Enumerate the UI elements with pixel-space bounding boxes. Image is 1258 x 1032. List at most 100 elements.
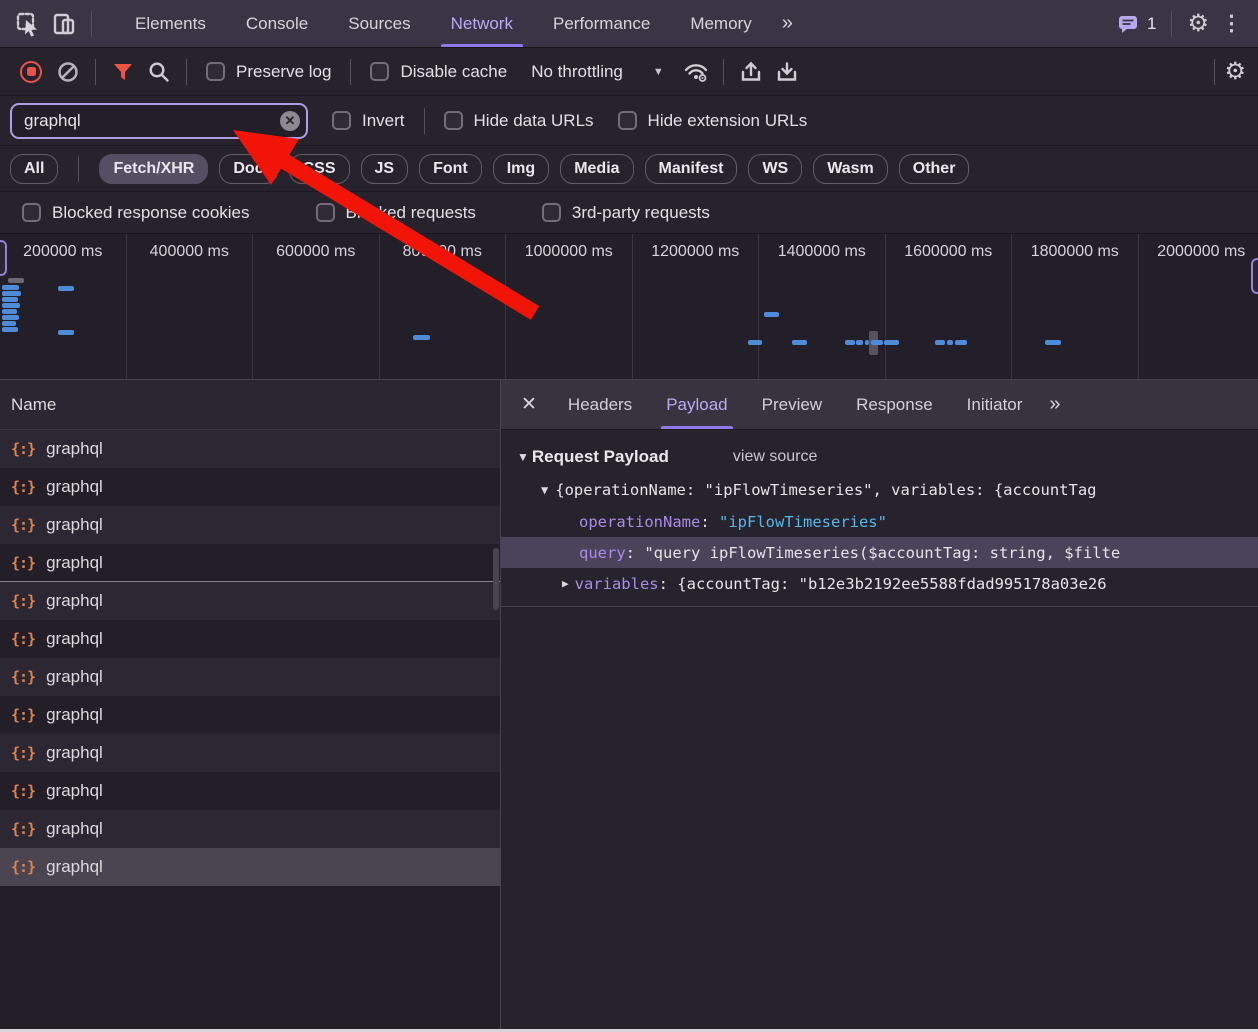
name-column-header[interactable]: Name bbox=[0, 380, 500, 430]
payload-key: query bbox=[579, 544, 626, 562]
clear-filter-icon[interactable]: ✕ bbox=[280, 111, 300, 131]
third-party-requests-checkbox[interactable] bbox=[542, 203, 561, 222]
blocked-requests-checkbox[interactable] bbox=[316, 203, 335, 222]
view-source-link[interactable]: view source bbox=[733, 448, 817, 466]
request-row[interactable]: {:}graphql bbox=[0, 582, 500, 620]
filter-input[interactable] bbox=[10, 103, 308, 139]
throttling-dropdown[interactable]: No throttling ▼ bbox=[531, 62, 664, 82]
kebab-menu-icon[interactable]: ⋮ bbox=[1215, 11, 1248, 36]
chip-css[interactable]: CSS bbox=[289, 154, 350, 184]
export-har-icon[interactable] bbox=[769, 54, 805, 90]
request-payload-section[interactable]: ▼ Request Payload view source bbox=[501, 440, 1258, 474]
request-row[interactable]: {:}graphql bbox=[0, 810, 500, 848]
overview-tick-label: 1400000 ms bbox=[778, 243, 866, 260]
record-network-log-button[interactable] bbox=[20, 61, 42, 83]
list-scrollbar-thumb[interactable] bbox=[493, 548, 499, 610]
chip-other[interactable]: Other bbox=[899, 154, 970, 184]
search-icon[interactable] bbox=[141, 54, 177, 90]
detail-tab-headers[interactable]: Headers bbox=[551, 380, 649, 429]
disable-cache-checkbox[interactable] bbox=[370, 62, 389, 81]
hide-data-urls-toggle[interactable]: Hide data URLs bbox=[444, 111, 594, 131]
hide-extension-urls-toggle[interactable]: Hide extension URLs bbox=[618, 111, 808, 131]
preserve-log-label: Preserve log bbox=[236, 62, 331, 82]
filter-input-box: ✕ bbox=[10, 103, 308, 139]
tab-elements[interactable]: Elements bbox=[115, 0, 226, 47]
tab-performance[interactable]: Performance bbox=[533, 0, 670, 47]
chip-img[interactable]: Img bbox=[493, 154, 549, 184]
chip-all[interactable]: All bbox=[10, 154, 58, 184]
blocked-response-cookies-checkbox[interactable] bbox=[22, 203, 41, 222]
network-conditions-icon[interactable] bbox=[678, 54, 714, 90]
waterfall-bar bbox=[955, 340, 967, 345]
preserve-log-checkbox[interactable] bbox=[206, 62, 225, 81]
request-row[interactable]: {:}graphql bbox=[0, 848, 500, 886]
divider bbox=[424, 108, 425, 134]
waterfall-bar bbox=[413, 335, 430, 340]
divider bbox=[95, 59, 96, 85]
request-row[interactable]: {:}graphql bbox=[0, 658, 500, 696]
request-row[interactable]: {:}graphql bbox=[0, 468, 500, 506]
request-row[interactable]: {:}graphql bbox=[0, 506, 500, 544]
chip-manifest[interactable]: Manifest bbox=[645, 154, 738, 184]
waterfall-bar bbox=[58, 330, 74, 335]
network-settings-gear-icon[interactable]: ⚙ bbox=[1224, 60, 1246, 84]
chip-js[interactable]: JS bbox=[361, 154, 409, 184]
overview-tick-label: 800000 ms bbox=[403, 243, 482, 260]
close-icon[interactable]: ✕ bbox=[521, 393, 537, 416]
chip-fetch-xhr[interactable]: Fetch/XHR bbox=[99, 154, 208, 184]
tab-network[interactable]: Network bbox=[431, 0, 533, 47]
chip-media[interactable]: Media bbox=[560, 154, 633, 184]
divider bbox=[1171, 11, 1172, 37]
more-detail-tabs-icon[interactable]: » bbox=[1039, 393, 1068, 416]
fetch-xhr-icon: {:} bbox=[11, 820, 35, 838]
request-row[interactable]: {:}graphql bbox=[0, 620, 500, 658]
tab-memory[interactable]: Memory bbox=[670, 0, 771, 47]
payload-entry-query[interactable]: query: "query ipFlowTimeseries($accountT… bbox=[501, 537, 1258, 568]
device-toolbar-icon[interactable] bbox=[46, 6, 82, 42]
filter-icon[interactable] bbox=[105, 54, 141, 90]
inspect-element-icon[interactable] bbox=[10, 6, 46, 42]
payload-entry-variables[interactable]: ▶variables: {accountTag: "b12e3b2192ee55… bbox=[501, 568, 1258, 599]
tab-sources[interactable]: Sources bbox=[328, 0, 430, 47]
request-row[interactable]: {:}graphql bbox=[0, 430, 500, 468]
disable-cache-toggle[interactable]: Disable cache bbox=[370, 62, 507, 82]
chip-wasm[interactable]: Wasm bbox=[813, 154, 888, 184]
caret-right-icon[interactable]: ▶ bbox=[562, 577, 569, 590]
payload-entry-operationname[interactable]: operationName: "ipFlowTimeseries" bbox=[501, 506, 1258, 537]
payload-colon: : bbox=[659, 575, 678, 593]
third-party-requests-toggle[interactable]: 3rd-party requests bbox=[542, 203, 710, 223]
clear-network-log-icon[interactable] bbox=[50, 54, 86, 90]
tab-console[interactable]: Console bbox=[226, 0, 328, 47]
disable-cache-label: Disable cache bbox=[400, 62, 507, 82]
blocked-response-cookies-toggle[interactable]: Blocked response cookies bbox=[22, 203, 250, 223]
chip-font[interactable]: Font bbox=[419, 154, 482, 184]
blocked-requests-toggle[interactable]: Blocked requests bbox=[316, 203, 476, 223]
overview-handle-right[interactable] bbox=[1251, 258, 1258, 294]
detail-tab-preview[interactable]: Preview bbox=[745, 380, 839, 429]
import-har-icon[interactable] bbox=[733, 54, 769, 90]
network-toolbar: Preserve log Disable cache No throttling… bbox=[0, 48, 1258, 96]
invert-toggle[interactable]: Invert bbox=[332, 111, 405, 131]
overview-handle-left[interactable] bbox=[0, 240, 7, 276]
request-row[interactable]: {:}graphql bbox=[0, 696, 500, 734]
detail-tab-initiator[interactable]: Initiator bbox=[950, 380, 1040, 429]
hide-data-urls-checkbox[interactable] bbox=[444, 111, 463, 130]
issues-counter[interactable]: 1 bbox=[1116, 12, 1156, 36]
throttling-value: No throttling bbox=[531, 62, 623, 82]
settings-gear-icon[interactable]: ⚙ bbox=[1187, 12, 1209, 36]
chip-ws[interactable]: WS bbox=[748, 154, 802, 184]
hide-extension-urls-checkbox[interactable] bbox=[618, 111, 637, 130]
more-panels-icon[interactable]: » bbox=[772, 12, 801, 35]
detail-tab-payload[interactable]: Payload bbox=[649, 380, 744, 429]
request-row[interactable]: {:}graphql bbox=[0, 772, 500, 810]
payload-root-row[interactable]: ▼ {operationName: "ipFlowTimeseries", va… bbox=[501, 474, 1258, 506]
waterfall-bar bbox=[2, 315, 19, 320]
request-row[interactable]: {:}graphql bbox=[0, 544, 500, 582]
invert-checkbox[interactable] bbox=[332, 111, 351, 130]
request-row[interactable]: {:}graphql bbox=[0, 734, 500, 772]
network-overview-timeline[interactable]: 200000 ms400000 ms600000 ms800000 ms1000… bbox=[0, 234, 1258, 380]
preserve-log-toggle[interactable]: Preserve log bbox=[206, 62, 331, 82]
fetch-xhr-icon: {:} bbox=[11, 706, 35, 724]
chip-doc[interactable]: Doc bbox=[219, 154, 277, 184]
detail-tab-response[interactable]: Response bbox=[839, 380, 950, 429]
